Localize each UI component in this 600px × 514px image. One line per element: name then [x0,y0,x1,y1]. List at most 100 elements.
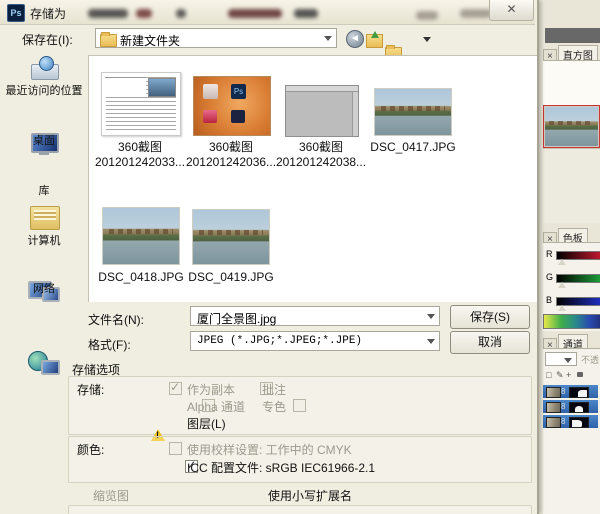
link-icon: 8 [561,417,566,426]
opacity-label: 不透 [581,355,600,365]
cancel-button[interactable]: 取消 [450,331,530,354]
save-in-value: 新建文件夹 [120,34,181,48]
proof-setup-checkbox[interactable] [169,442,182,455]
thumbnail-label: 缩览图 [93,489,130,503]
sidebar-item-libraries[interactable]: 库 [0,184,88,199]
save-as-dialog: Ps 存储为 ✕ 保存在(I): 新建文件夹 ◄ 最近访问的位置 桌面 库 计算… [0,0,539,514]
icc-profile-label: ICC 配置文件: sRGB IEC61966-2.1 [187,461,376,475]
alpha-channels-label: Alpha 通道 [187,400,246,414]
format-select[interactable]: JPEG (*.JPG;*.JPEG;*.JPE) [190,331,440,351]
filename-label: 文件名(N): [88,313,144,327]
sidebar-item-recent[interactable]: 最近访问的位置 [0,84,88,99]
layer-mask-thumbnail[interactable] [569,402,589,413]
close-button[interactable]: ✕ [489,0,534,21]
recent-places-icon[interactable] [29,56,59,82]
file-label[interactable]: 201201242038... [264,155,378,170]
navigator-panel-body [543,148,600,223]
desktop-icon-art: Ps [231,84,246,99]
color-options-group: 颜色: 使用校样设置: 工作中的 CMYK ICC 配置文件: sRGB IEC… [68,436,532,483]
blend-mode-select[interactable] [545,352,577,366]
annotations-label: 批注 [262,383,287,397]
link-icon: 8 [561,402,566,411]
lowercase-ext-label: 使用小写扩展名 [268,489,353,503]
histogram-panel-body [543,60,600,106]
save-options-group: 存储: 作为副本 批注 Alpha 通道 专色 图层(L) [68,376,532,455]
channel-g-label: G [546,272,554,282]
thumbnail-image-fragment [148,78,176,97]
desktop-icon-art [203,84,218,99]
redacted-text [294,9,318,18]
as-copy-label: 作为副本 [187,383,236,397]
libraries-icon[interactable] [30,206,60,230]
layer-row[interactable]: 8 [543,415,598,428]
navigator-preview-image [545,107,598,146]
color-group-label: 颜色: [77,443,105,457]
file-label[interactable]: DSC_0417.JPG [356,140,470,155]
lock-paint-icon[interactable]: ✎ [556,370,564,381]
redacted-text [136,9,152,18]
file-thumbnail-dsc0417[interactable] [375,89,451,135]
back-icon[interactable]: ◄ [346,30,364,48]
file-thumbnail-dsc0418[interactable] [103,208,179,264]
lock-transparent-icon[interactable]: □ [546,370,551,380]
lock-all-icon[interactable] [577,372,583,377]
dialog-title-bar[interactable]: Ps 存储为 [0,0,535,25]
layer-thumbnail[interactable] [546,417,561,428]
desktop-icon-art [231,110,245,123]
redacted-text [176,9,186,18]
dialog-title: 存储为 [30,7,67,21]
canvas-dark-bar [545,28,600,43]
save-in-label: 保存在(I): [22,33,73,47]
sidebar-item-computer[interactable]: 计算机 [0,234,88,249]
redacted-text [88,9,128,18]
photoshop-app-icon: Ps [7,4,25,22]
channel-b-label: B [546,295,553,305]
sidebar-item-desktop[interactable]: 桌面 [0,134,88,149]
filename-input[interactable]: 厦门全景图.jpg [190,306,440,326]
save-button[interactable]: 保存(S) [450,305,530,329]
red-slider-handle[interactable] [558,259,566,265]
dropdown-arrow-icon [427,339,435,344]
format-label: 格式(F): [88,338,131,352]
save-in-select[interactable]: 新建文件夹 [95,28,337,48]
color-panel-body: R G B [543,242,600,331]
green-slider-handle[interactable] [558,282,566,288]
channel-r-label: R [546,249,553,259]
spot-colors-label: 专色 [262,400,287,414]
file-label[interactable]: DSC_0419.JPG [174,270,288,285]
layer-thumbnail[interactable] [546,402,561,413]
sidebar-item-network[interactable]: 网络 [0,282,88,297]
lock-move-icon[interactable]: + [566,370,571,380]
blue-slider-handle[interactable] [558,305,566,311]
layer-row[interactable]: 8 [543,385,598,398]
desktop-icon-art [203,110,217,123]
link-icon: 8 [561,387,566,396]
photoshop-panels-background: ×直方图 ×色板样式 R G B ×通道路径 [537,0,600,514]
folder-icon [100,32,117,47]
layer-mask-thumbnail[interactable] [569,417,589,428]
screenshot-root: ×直方图 ×色板样式 R G B ×通道路径 [0,0,600,514]
layer-mask-thumbnail[interactable] [569,387,589,398]
bottom-group-partial [68,505,532,514]
file-thumbnail-360-3[interactable] [285,85,359,137]
view-menu-arrow-icon[interactable] [423,37,431,42]
file-list: 360截图 201201242033... Ps 360截图 201201242… [88,55,537,302]
file-thumbnail-360-2[interactable]: Ps [193,76,271,136]
navigator-preview-frame[interactable] [543,105,600,148]
file-thumbnail-dsc0419[interactable] [193,210,269,264]
layers-label: 图层(L) [187,417,226,431]
as-copy-checkbox[interactable] [169,380,182,395]
spot-colors-checkbox[interactable] [293,399,307,412]
places-sidebar: 最近访问的位置 桌面 库 计算机 网络 [0,52,88,375]
proof-setup-label: 使用校样设置: 工作中的 CMYK [187,443,352,457]
dropdown-arrow-icon [427,314,435,319]
layer-row[interactable]: 8 [543,400,598,413]
color-ramp[interactable] [543,314,600,329]
dropdown-arrow-icon [324,36,332,41]
up-one-level-icon[interactable] [366,31,383,48]
dropdown-arrow-icon [564,358,572,363]
save-group-label: 存储: [77,383,105,397]
file-thumbnail-360-1[interactable] [101,72,181,136]
network-icon[interactable] [28,351,60,377]
layer-thumbnail[interactable] [546,387,561,398]
